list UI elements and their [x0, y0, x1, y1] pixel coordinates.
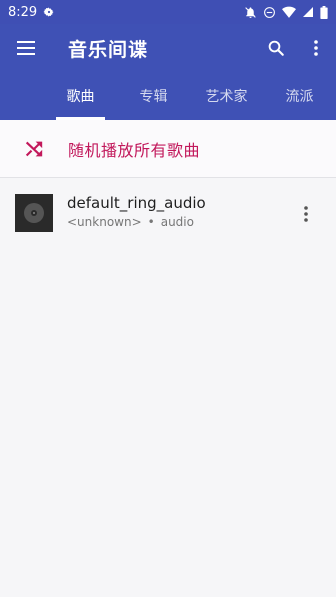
tab-artists[interactable]: 艺术家: [190, 72, 263, 120]
notifications-off-icon: [244, 6, 257, 19]
tab-songs[interactable]: 歌曲: [44, 72, 117, 120]
album-art: [15, 194, 53, 232]
hamburger-menu-icon: [17, 41, 35, 55]
tab-albums[interactable]: 专辑: [117, 72, 190, 120]
tab-genres[interactable]: 流派: [263, 72, 336, 120]
app-bar: 音乐间谍: [0, 24, 336, 72]
status-right: [244, 5, 328, 19]
overflow-menu-button[interactable]: [296, 24, 336, 72]
list-item[interactable]: default_ring_audio <unknown> • audio: [0, 186, 336, 242]
signal-icon: [302, 6, 314, 18]
app-title: 音乐间谍: [68, 38, 149, 61]
song-subtitle: <unknown> • audio: [67, 215, 206, 229]
song-artist: <unknown>: [67, 215, 142, 229]
song-album: audio: [160, 215, 194, 229]
song-more-button[interactable]: [292, 200, 320, 228]
battery-icon: [320, 5, 328, 19]
status-time: 8:29: [8, 4, 38, 20]
tab-bar: 歌曲 专辑 艺术家 流派: [0, 72, 336, 120]
disc-icon: [24, 203, 44, 223]
search-button[interactable]: [256, 24, 296, 72]
search-icon: [268, 40, 284, 56]
shuffle-icon: [0, 140, 68, 158]
shuffle-all-button[interactable]: 随机播放所有歌曲: [0, 120, 336, 178]
dnd-icon: [263, 6, 276, 19]
status-bar: 8:29: [0, 0, 336, 24]
song-text: default_ring_audio <unknown> • audio: [67, 194, 206, 229]
status-left: 8:29: [8, 5, 55, 20]
menu-button[interactable]: [0, 24, 52, 72]
song-title: default_ring_audio: [67, 194, 206, 212]
separator-dot: •: [147, 215, 155, 229]
more-vert-icon: [304, 206, 308, 222]
more-vert-icon: [314, 40, 318, 56]
shuffle-all-label: 随机播放所有歌曲: [68, 140, 201, 160]
wifi-icon: [282, 6, 296, 18]
settings-gear-icon: [43, 6, 55, 18]
